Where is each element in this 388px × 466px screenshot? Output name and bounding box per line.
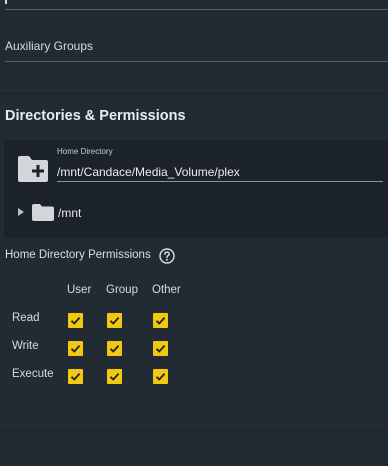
folder-icon bbox=[32, 204, 54, 221]
auxiliary-groups-input[interactable] bbox=[5, 61, 388, 62]
column-header-user: User bbox=[67, 284, 92, 296]
row-label-write: Write bbox=[12, 340, 39, 352]
execute-other-checkbox[interactable] bbox=[153, 369, 168, 384]
read-other-checkbox[interactable] bbox=[153, 313, 168, 328]
write-other-checkbox[interactable] bbox=[153, 341, 168, 356]
auxiliary-groups-label: Auxiliary Groups bbox=[5, 39, 94, 53]
row-label-read: Read bbox=[12, 312, 40, 324]
section-divider bbox=[0, 430, 388, 431]
help-icon[interactable] bbox=[159, 248, 175, 264]
execute-group-checkbox[interactable] bbox=[107, 369, 122, 384]
write-user-checkbox[interactable] bbox=[68, 341, 83, 356]
execute-user-checkbox[interactable] bbox=[68, 369, 83, 384]
column-header-other: Other bbox=[152, 284, 181, 296]
tree-item-mnt[interactable]: /mnt bbox=[58, 206, 81, 220]
read-group-checkbox[interactable] bbox=[107, 313, 122, 328]
row-label-execute: Execute bbox=[12, 368, 54, 380]
section-divider bbox=[0, 93, 388, 94]
field-underline[interactable] bbox=[5, 9, 388, 10]
chevron-right-icon[interactable] bbox=[18, 208, 24, 216]
permissions-title: Home Directory Permissions bbox=[5, 249, 151, 261]
home-directory-label: Home Directory bbox=[57, 147, 113, 156]
home-directory-input[interactable] bbox=[57, 162, 383, 182]
column-header-group: Group bbox=[106, 284, 138, 296]
section-title: Directories & Permissions bbox=[5, 108, 186, 124]
text-cursor bbox=[5, 0, 7, 4]
folder-plus-icon[interactable] bbox=[17, 153, 49, 183]
write-group-checkbox[interactable] bbox=[107, 341, 122, 356]
read-user-checkbox[interactable] bbox=[68, 313, 83, 328]
